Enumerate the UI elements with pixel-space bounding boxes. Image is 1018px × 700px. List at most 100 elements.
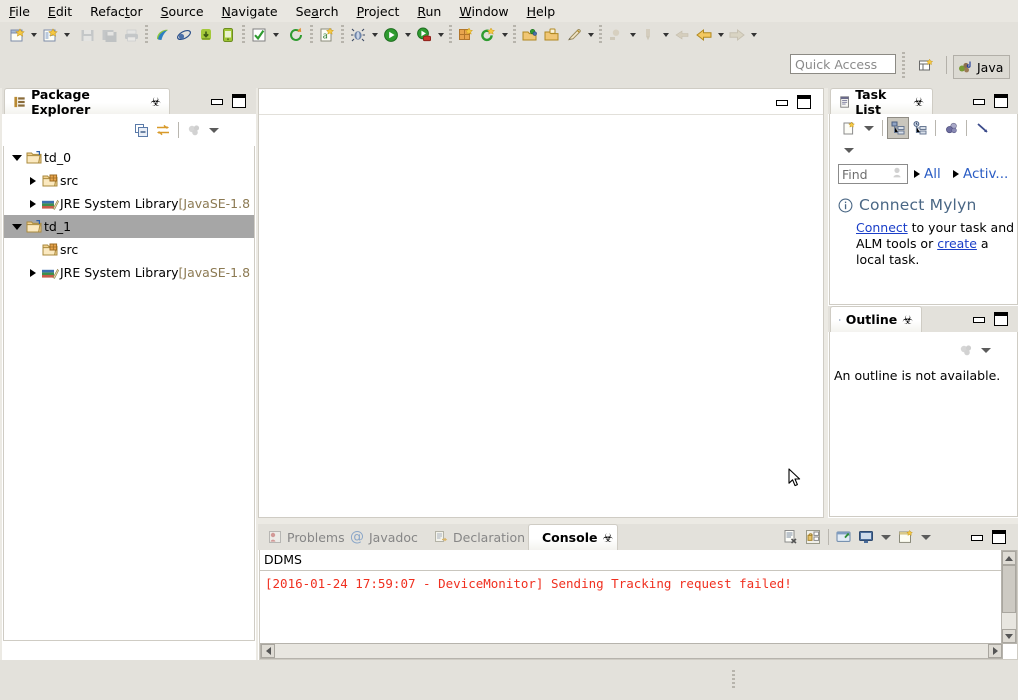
create-link[interactable]: create [937, 236, 977, 251]
chevron-right-icon[interactable] [914, 170, 920, 178]
tab-outline[interactable]: Outline ☣ [830, 306, 922, 332]
debug-dropdown[interactable] [369, 24, 380, 46]
close-icon[interactable]: ☣ [602, 531, 613, 545]
maximize-icon[interactable] [994, 312, 1008, 326]
chevron-right-icon[interactable] [26, 261, 40, 284]
package-explorer-tree[interactable]: td_0 src JRE System Library [JavaSE-1.8 … [3, 146, 255, 641]
android-avd-manager-icon[interactable] [173, 24, 195, 46]
minimize-icon[interactable] [972, 314, 985, 324]
menu-help[interactable]: Help [518, 2, 565, 21]
close-icon[interactable]: ☣ [902, 313, 913, 327]
new-java-type-dropdown[interactable] [499, 24, 510, 46]
new-task-icon[interactable] [838, 117, 860, 139]
refresh-icon[interactable] [285, 24, 307, 46]
task-list-body[interactable]: Find All Activ... Connect Mylyn Connect … [829, 114, 1018, 305]
previous-annotation-dropdown[interactable] [660, 24, 671, 46]
tree-row[interactable]: td_0 [4, 146, 254, 169]
new-wizard-dropdown[interactable] [28, 24, 39, 46]
maximize-icon[interactable] [232, 94, 246, 108]
tab-task-list[interactable]: Task List ☣ [830, 87, 933, 117]
menu-run[interactable]: Run [408, 2, 450, 21]
menu-refactor[interactable]: Refactor [81, 2, 151, 21]
console-hscrollbar[interactable] [260, 643, 1003, 659]
editor-area[interactable] [258, 88, 824, 518]
minimize-icon[interactable] [775, 97, 788, 107]
new-task-dropdown[interactable] [860, 118, 878, 138]
view-menu-icon[interactable] [205, 120, 223, 140]
maximize-icon[interactable] [992, 530, 1006, 544]
validate-icon[interactable] [248, 24, 270, 46]
new-wizard-icon[interactable] [6, 24, 28, 46]
new-java-project-dropdown[interactable] [61, 24, 72, 46]
find-clear-icon[interactable] [891, 166, 904, 182]
menu-navigate[interactable]: Navigate [213, 2, 287, 21]
view-menu-filter-icon[interactable] [183, 119, 205, 141]
scroll-left-button[interactable] [261, 644, 275, 658]
display-console-dropdown[interactable] [877, 527, 895, 547]
new-java-annotation-icon[interactable] [477, 24, 499, 46]
external-tools-dropdown[interactable] [435, 24, 446, 46]
view-menu-icon[interactable] [977, 340, 995, 360]
console-vscrollbar[interactable] [1001, 550, 1017, 644]
menu-search[interactable]: Search [287, 2, 348, 21]
outline-body[interactable]: An outline is not available. [829, 332, 1018, 517]
android-download-icon[interactable] [195, 24, 217, 46]
chevron-down-icon[interactable] [10, 146, 24, 169]
categorized-presentation-icon[interactable] [887, 117, 909, 139]
link-with-editor-icon[interactable] [152, 119, 174, 141]
find-input[interactable]: Find [838, 164, 908, 184]
new-android-xml-icon[interactable]: a [316, 24, 338, 46]
console-body[interactable]: DDMS [2016-01-24 17:59:07 - DeviceMonito… [259, 550, 1018, 660]
collapse-all-icon[interactable] [130, 119, 152, 141]
tree-row[interactable]: td_1 [4, 215, 254, 238]
run-dropdown[interactable] [402, 24, 413, 46]
scroll-up-button[interactable] [1002, 551, 1016, 565]
collapse-expand-icon[interactable] [971, 117, 993, 139]
debug-icon[interactable] [347, 24, 369, 46]
chevron-right-icon[interactable] [26, 169, 40, 192]
new-java-project-icon[interactable] [39, 24, 61, 46]
quick-access-input[interactable]: Quick Access [790, 54, 896, 74]
minimize-icon[interactable] [972, 96, 985, 106]
menu-file[interactable]: File [0, 2, 39, 21]
menu-project[interactable]: Project [348, 2, 409, 21]
tree-row[interactable]: JRE System Library [JavaSE-1.8 [4, 192, 254, 215]
scroll-down-button[interactable] [1002, 629, 1016, 643]
open-type-icon[interactable] [519, 24, 541, 46]
scroll-lock-icon[interactable] [802, 526, 824, 548]
filter-all-link[interactable]: All [924, 166, 941, 182]
open-console-icon[interactable] [895, 526, 917, 548]
run-external-tools-icon[interactable] [413, 24, 435, 46]
clear-console-icon[interactable] [780, 526, 802, 548]
back-dropdown[interactable] [715, 24, 726, 46]
open-console-dropdown[interactable] [917, 527, 935, 547]
search-dropdown[interactable] [585, 24, 596, 46]
chevron-right-icon[interactable] [26, 192, 40, 215]
show-console-on-output-icon[interactable] [833, 526, 855, 548]
display-selected-console-icon[interactable] [855, 526, 877, 548]
search-icon[interactable] [563, 24, 585, 46]
tab-problems[interactable]: Problems [262, 524, 351, 550]
android-device-icon[interactable] [217, 24, 239, 46]
scroll-right-button[interactable] [988, 644, 1002, 658]
scrollbar-thumb[interactable] [1002, 565, 1016, 613]
maximize-icon[interactable] [994, 94, 1008, 108]
tab-javadoc[interactable]: @ Javadoc [344, 524, 424, 550]
forward-dropdown[interactable] [748, 24, 759, 46]
validate-dropdown[interactable] [270, 24, 281, 46]
status-bar-grip[interactable] [732, 670, 735, 690]
new-java-class-icon[interactable] [455, 24, 477, 46]
maximize-icon[interactable] [797, 95, 811, 109]
minimize-icon[interactable] [210, 96, 223, 106]
tree-row[interactable]: JRE System Library [JavaSE-1.8 [4, 261, 254, 284]
open-perspective-icon[interactable] [912, 55, 940, 77]
minimize-icon[interactable] [970, 532, 983, 542]
scheduled-presentation-icon[interactable] [909, 117, 931, 139]
run-icon[interactable] [380, 24, 402, 46]
filter-activity-link[interactable]: Activ... [963, 166, 1008, 182]
open-task-icon[interactable] [541, 24, 563, 46]
tree-row[interactable]: src [4, 238, 254, 261]
tab-declaration[interactable]: Declaration [428, 524, 531, 550]
android-sdk-manager-icon[interactable] [151, 24, 173, 46]
connect-link[interactable]: Connect [856, 220, 908, 235]
